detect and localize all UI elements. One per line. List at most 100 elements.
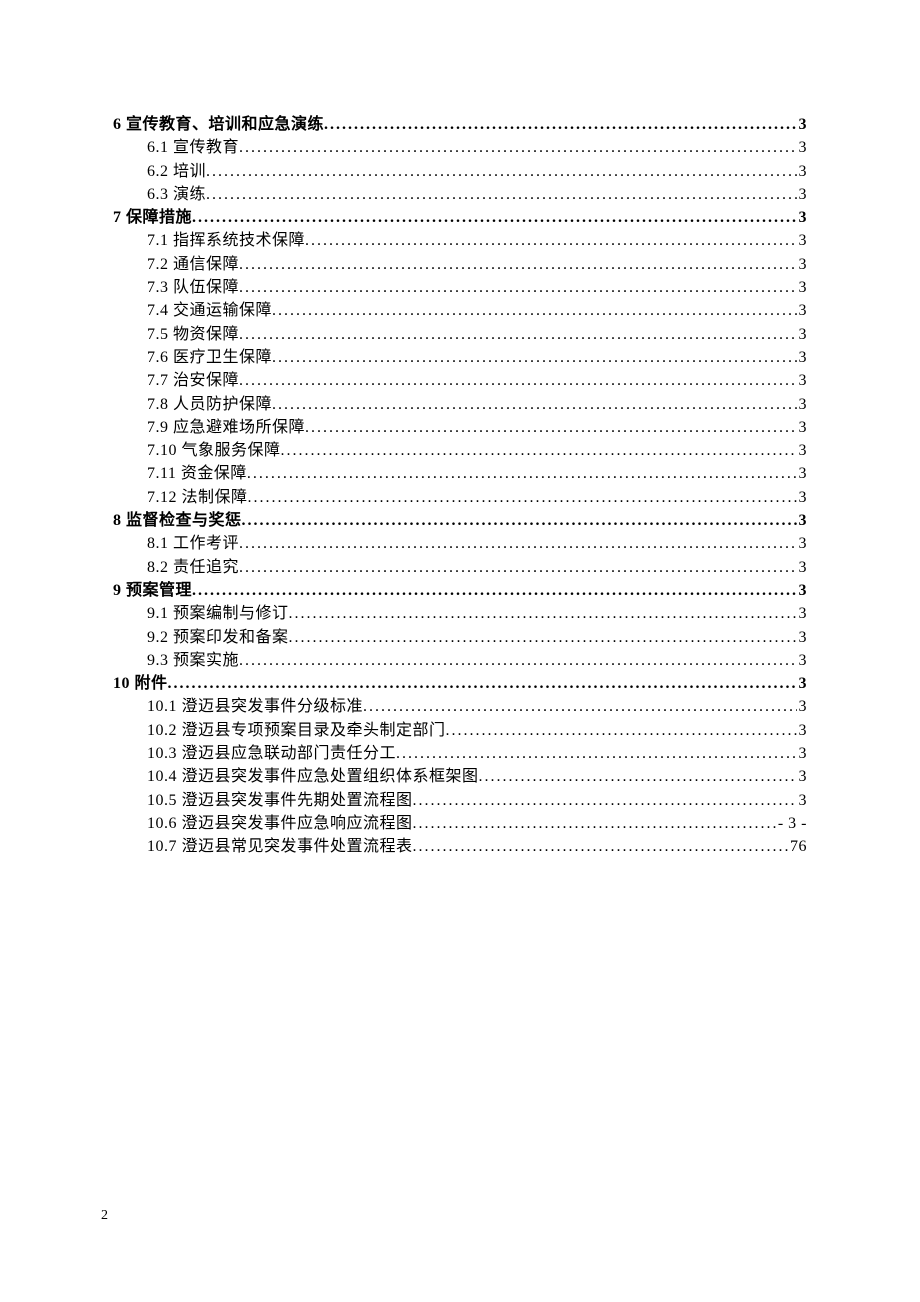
toc-entry: 10.7 澄迈县常见突发事件处置流程表76 <box>113 835 807 858</box>
toc-entry: 7.10 气象服务保障3 <box>113 439 807 462</box>
toc-entry-number: 6.1 <box>147 136 169 159</box>
toc-entry-title: 预案编制与修订 <box>169 602 289 625</box>
toc-entry-title: 附件 <box>130 672 168 695</box>
toc-leader-dots <box>446 719 797 742</box>
toc-leader-dots <box>239 323 796 346</box>
toc-entry-number: 10.5 <box>147 789 177 812</box>
toc-entry: 6 宣传教育、培训和应急演练3 <box>113 113 807 136</box>
toc-entry-title: 资金保障 <box>176 462 247 485</box>
toc-entry: 9.2 预案印发和备案3 <box>113 626 807 649</box>
toc-leader-dots <box>239 556 796 579</box>
toc-leader-dots <box>363 695 796 718</box>
toc-entry-page: 3 <box>797 439 808 462</box>
toc-entry-title: 监督检查与奖惩 <box>122 509 242 532</box>
toc-entry-number: 8 <box>113 509 122 532</box>
toc-entry-title: 澄迈县突发事件应急响应流程图 <box>177 812 413 835</box>
toc-entry: 6.2 培训3 <box>113 160 807 183</box>
toc-leader-dots <box>239 649 796 672</box>
toc-entry-number: 7.6 <box>147 346 169 369</box>
toc-entry: 7.4 交通运输保障3 <box>113 299 807 322</box>
toc-entry: 10.4 澄迈县突发事件应急处置组织体系框架图3 <box>113 765 807 788</box>
page-number: 2 <box>101 1208 108 1224</box>
toc-entry-page: 3 <box>797 253 808 276</box>
toc-entry: 10.5 澄迈县突发事件先期处置流程图3 <box>113 789 807 812</box>
toc-leader-dots <box>289 602 797 625</box>
toc-leader-dots <box>413 789 797 812</box>
toc-entry-title: 交通运输保障 <box>169 299 273 322</box>
toc-entry-title: 预案实施 <box>169 649 240 672</box>
toc-entry-title: 澄迈县突发事件分级标准 <box>177 695 363 718</box>
toc-leader-dots <box>324 113 796 136</box>
toc-entry-number: 7.3 <box>147 276 169 299</box>
toc-leader-dots <box>206 160 796 183</box>
toc-entry-number: 7.10 <box>147 439 177 462</box>
toc-entry-page: 3 <box>797 765 808 788</box>
toc-entry-page: 3 <box>797 789 808 812</box>
toc-entry-page: 3 <box>797 416 808 439</box>
toc-entry: 7.8 人员防护保障3 <box>113 393 807 416</box>
toc-entry-title: 澄迈县常见突发事件处置流程表 <box>177 835 413 858</box>
toc-entry: 10.3 澄迈县应急联动部门责任分工3 <box>113 742 807 765</box>
toc-entry-page: 3 <box>797 346 808 369</box>
toc-leader-dots <box>289 626 797 649</box>
toc-entry-title: 物资保障 <box>169 323 240 346</box>
toc-entry-page: 3 <box>797 206 808 229</box>
toc-entry: 10.6 澄迈县突发事件应急响应流程图- 3 - <box>113 812 807 835</box>
toc-entry-number: 9 <box>113 579 122 602</box>
toc-entry: 7.6 医疗卫生保障 3 <box>113 346 807 369</box>
toc-entry-number: 6.3 <box>147 183 169 206</box>
toc-leader-dots <box>305 229 796 252</box>
toc-entry-number: 7.11 <box>147 462 176 485</box>
toc-entry: 10.1 澄迈县突发事件分级标准 3 <box>113 695 807 718</box>
toc-entry-number: 9.3 <box>147 649 169 672</box>
toc-entry-title: 治安保障 <box>169 369 240 392</box>
toc-entry-page: 3 <box>797 579 808 602</box>
toc-leader-dots <box>248 486 797 509</box>
toc-entry-number: 7.12 <box>147 486 177 509</box>
toc-leader-dots <box>272 299 796 322</box>
toc-entry-number: 6.2 <box>147 160 169 183</box>
toc-entry-number: 7.1 <box>147 229 169 252</box>
toc-entry-number: 10.4 <box>147 765 177 788</box>
toc-entry-title: 医疗卫生保障 <box>169 346 273 369</box>
toc-leader-dots <box>239 136 796 159</box>
toc-entry-number: 7.4 <box>147 299 169 322</box>
toc-entry-title: 预案管理 <box>122 579 193 602</box>
toc-leader-dots <box>281 439 797 462</box>
toc-entry: 9.1 预案编制与修订3 <box>113 602 807 625</box>
toc-entry-number: 10.7 <box>147 835 177 858</box>
toc-entry-number: 7.9 <box>147 416 169 439</box>
toc-entry-title: 宣传教育、培训和应急演练 <box>122 113 325 136</box>
toc-entry-page: 3 <box>797 742 808 765</box>
toc-entry-title: 澄迈县专项预案目录及牵头制定部门 <box>177 719 446 742</box>
toc-entry-number: 9.1 <box>147 602 169 625</box>
toc-entry-title: 法制保障 <box>177 486 248 509</box>
toc-entry-title: 保障措施 <box>122 206 193 229</box>
toc-entry-page: 3 <box>797 323 808 346</box>
toc-entry-page: 3 <box>797 276 808 299</box>
toc-leader-dots <box>272 393 796 416</box>
toc-entry-title: 演练 <box>169 183 207 206</box>
toc-entry-title: 通信保障 <box>169 253 240 276</box>
toc-entry-title: 应急避难场所保障 <box>169 416 306 439</box>
toc-entry: 6.3 演练3 <box>113 183 807 206</box>
toc-entry-number: 7 <box>113 206 122 229</box>
toc-entry-page: 3 <box>797 462 808 485</box>
toc-entry-number: 7.2 <box>147 253 169 276</box>
toc-entry-number: 10.1 <box>147 695 177 718</box>
toc-entry: 10.2 澄迈县专项预案目录及牵头制定部门3 <box>113 719 807 742</box>
toc-entry: 7.7 治安保障3 <box>113 369 807 392</box>
toc-leader-dots <box>206 183 796 206</box>
toc-leader-dots <box>305 416 796 439</box>
document-page: 6 宣传教育、培训和应急演练36.1 宣传教育36.2 培训36.3 演练37 … <box>0 0 920 859</box>
table-of-contents: 6 宣传教育、培训和应急演练36.1 宣传教育36.2 培训36.3 演练37 … <box>113 113 807 859</box>
toc-entry-number: 10 <box>113 672 130 695</box>
toc-entry: 8.2 责任追究3 <box>113 556 807 579</box>
toc-entry-title: 责任追究 <box>169 556 240 579</box>
toc-entry: 8.1 工作考评3 <box>113 532 807 555</box>
toc-entry: 7.1 指挥系统技术保障3 <box>113 229 807 252</box>
toc-entry-number: 8.2 <box>147 556 169 579</box>
toc-entry-page: 3 <box>797 649 808 672</box>
toc-entry-title: 培训 <box>169 160 207 183</box>
toc-entry-page: 3 <box>797 695 808 718</box>
